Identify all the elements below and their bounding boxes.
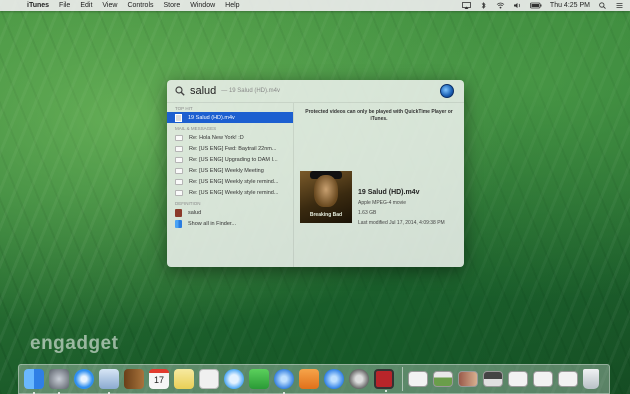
menu-window[interactable]: Window [190, 2, 215, 9]
mail-icon [175, 145, 183, 152]
launchpad-icon[interactable] [49, 369, 69, 394]
result-definition[interactable]: salud [167, 207, 293, 218]
file-size: 1.63 GB [358, 210, 377, 216]
menu-help[interactable]: Help [225, 2, 239, 9]
apple-menu-icon[interactable] [7, 0, 17, 11]
file-metadata: 19 Salud (HD).m4v Apple MPEG-4 movie 1.6… [358, 189, 445, 226]
watermark-logo: engadget [30, 333, 119, 354]
document-thumbnail-icon[interactable] [458, 371, 478, 387]
result-mail-5[interactable]: Re: [US ENG] Weekly style remind... [167, 176, 293, 187]
mail-icon [175, 167, 183, 174]
notification-center-icon[interactable] [615, 2, 624, 9]
bluetooth-icon[interactable] [479, 2, 488, 9]
spotlight-search-icon[interactable] [598, 2, 607, 9]
magnifier-icon [175, 86, 185, 96]
movie-file-icon [175, 113, 182, 122]
contacts-icon[interactable] [124, 369, 144, 389]
result-label: Re: [US ENG] Weekly style remind... [189, 189, 279, 196]
poster-title: Breaking Bad [309, 212, 343, 218]
menu-edit[interactable]: Edit [80, 2, 92, 9]
result-label: Show all in Finder... [188, 220, 236, 227]
result-mail-3[interactable]: Re: [US ENG] Upgrading to DAM I... [167, 154, 293, 165]
mail-icon [175, 189, 183, 196]
menu-controls[interactable]: Controls [127, 2, 153, 9]
poster-face [314, 175, 338, 207]
wifi-icon[interactable] [496, 2, 505, 9]
dictionary-icon [175, 208, 182, 217]
result-mail-1[interactable]: Re: Hola New York! :D [167, 132, 293, 143]
battery-icon[interactable] [530, 2, 542, 9]
mail-icon[interactable] [99, 369, 119, 394]
ibooks-icon[interactable] [299, 369, 319, 389]
safari-icon[interactable] [74, 369, 94, 389]
menu-bar: iTunes File Edit View Controls Store Win… [0, 0, 630, 11]
result-label: 19 Salud (HD).m4v [188, 114, 235, 121]
result-label: salud [188, 209, 202, 216]
movie-poster: Breaking Bad [300, 171, 352, 223]
mail-icon [175, 134, 183, 141]
itunes-icon[interactable] [274, 369, 294, 394]
document-thumbnail-icon[interactable] [433, 371, 453, 387]
reminders-icon[interactable] [199, 369, 219, 389]
messages-icon[interactable] [224, 369, 244, 389]
airplay-icon[interactable] [462, 2, 471, 9]
system-preferences-icon[interactable] [349, 369, 369, 389]
volume-icon[interactable] [513, 2, 522, 9]
result-mail-6[interactable]: Re: [US ENG] Weekly style remind... [167, 187, 293, 198]
menu-file[interactable]: File [59, 2, 70, 9]
result-label: Re: [US ENG] Upgrading to DAM I... [189, 156, 278, 163]
results-list: TOP HIT 19 Salud (HD).m4v MAIL & MESSAGE… [167, 103, 294, 267]
protected-video-message: Protected videos can only be played with… [305, 109, 453, 122]
document-thumbnail-icon[interactable] [558, 371, 578, 387]
category-top-hit: TOP HIT [175, 106, 193, 111]
result-mail-2[interactable]: Re: [US ENG] Fwd: Baytrail 22nm... [167, 143, 293, 154]
spotlight-search-input[interactable]: salud [190, 85, 216, 97]
notes-icon[interactable] [174, 369, 194, 389]
quicktime-icon [440, 84, 454, 98]
menu-store[interactable]: Store [164, 2, 181, 9]
finder-icon [175, 219, 182, 228]
finder-icon[interactable] [24, 369, 44, 394]
file-name: 19 Salud (HD).m4v [358, 189, 420, 196]
file-last-modified: Last modified Jul 17, 2014, 4:09:38 PM [358, 220, 445, 226]
document-thumbnail-icon[interactable] [408, 371, 428, 387]
photo-booth-icon[interactable] [374, 369, 394, 392]
app-store-icon[interactable] [324, 369, 344, 389]
dock-separator [402, 367, 403, 391]
result-label: Re: [US ENG] Fwd: Baytrail 22nm... [189, 145, 277, 152]
dock: 17 [18, 364, 610, 394]
result-mail-4[interactable]: Re: [US ENG] Weekly Meeting [167, 165, 293, 176]
menu-extras: Thu 4:25 PM [462, 2, 624, 9]
document-thumbnail-icon[interactable] [483, 371, 503, 387]
mail-icon [175, 178, 183, 185]
spotlight-panel: salud — 19 Salud (HD).m4v TOP HIT 19 Sal… [167, 80, 464, 267]
result-top-hit[interactable]: 19 Salud (HD).m4v [167, 112, 293, 123]
facetime-icon[interactable] [249, 369, 269, 389]
result-label: Re: [US ENG] Weekly Meeting [189, 167, 264, 174]
document-thumbnail-icon[interactable] [508, 371, 528, 387]
file-kind: Apple MPEG-4 movie [358, 200, 407, 206]
result-label: Re: Hola New York! :D [189, 134, 244, 141]
category-definition: DEFINITION [175, 201, 201, 206]
category-mail: MAIL & MESSAGES [175, 126, 217, 131]
show-all-in-finder[interactable]: Show all in Finder... [167, 218, 293, 229]
spotlight-search-bar: salud — 19 Salud (HD).m4v [167, 80, 464, 103]
spotlight-autocomplete: — 19 Salud (HD).m4v [221, 88, 280, 94]
trash-icon[interactable] [583, 369, 599, 389]
calendar-icon[interactable]: 17 [149, 369, 169, 389]
result-label: Re: [US ENG] Weekly style remind... [189, 178, 279, 185]
document-thumbnail-icon[interactable] [533, 371, 553, 387]
menu-view[interactable]: View [102, 2, 117, 9]
preview-pane: Protected videos can only be played with… [294, 103, 464, 267]
mail-icon [175, 156, 183, 163]
menu-app-itunes[interactable]: iTunes [27, 2, 49, 9]
menu-clock[interactable]: Thu 4:25 PM [550, 2, 590, 9]
